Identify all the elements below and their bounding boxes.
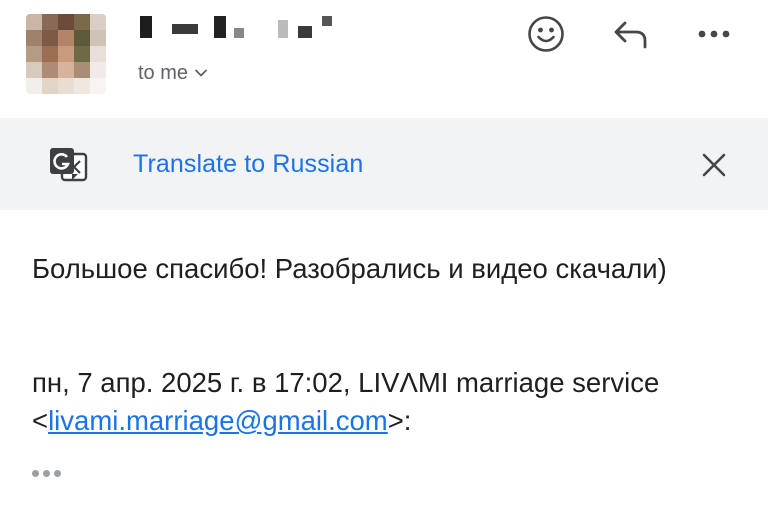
- sender-name-redacted: [138, 14, 338, 40]
- message-body: Большое спасибо! Разобрались и видео ска…: [32, 253, 667, 284]
- chevron-down-icon: [195, 69, 207, 77]
- close-icon: [702, 153, 726, 177]
- quoted-message-header: пн, 7 апр. 2025 г. в 17:02, LIVΛMI marri…: [32, 364, 752, 440]
- show-trimmed-content-button[interactable]: [32, 462, 70, 484]
- emoji-reaction-button[interactable]: [526, 14, 566, 54]
- dot: [43, 469, 50, 477]
- close-translate-button[interactable]: [694, 145, 734, 185]
- google-translate-icon: [50, 148, 88, 182]
- sender-avatar[interactable]: [26, 14, 106, 94]
- dot: [54, 469, 61, 477]
- reply-icon: [614, 21, 647, 49]
- recipient-details-toggle[interactable]: to me: [138, 60, 208, 86]
- email-view: to me Translate to Russian Большое спаси…: [0, 0, 768, 512]
- more-icon: [698, 30, 730, 38]
- more-options-button[interactable]: [694, 14, 734, 54]
- dot: [32, 469, 39, 477]
- reply-button[interactable]: [611, 14, 651, 54]
- emoji-icon: [528, 16, 564, 52]
- sender-email-link[interactable]: livami.marriage@gmail.com: [48, 405, 388, 436]
- recipient-label: to me: [138, 61, 189, 84]
- translate-bar: Translate to Russian: [0, 118, 768, 210]
- translate-link[interactable]: Translate to Russian: [133, 150, 363, 179]
- quote-suffix: >:: [387, 405, 412, 436]
